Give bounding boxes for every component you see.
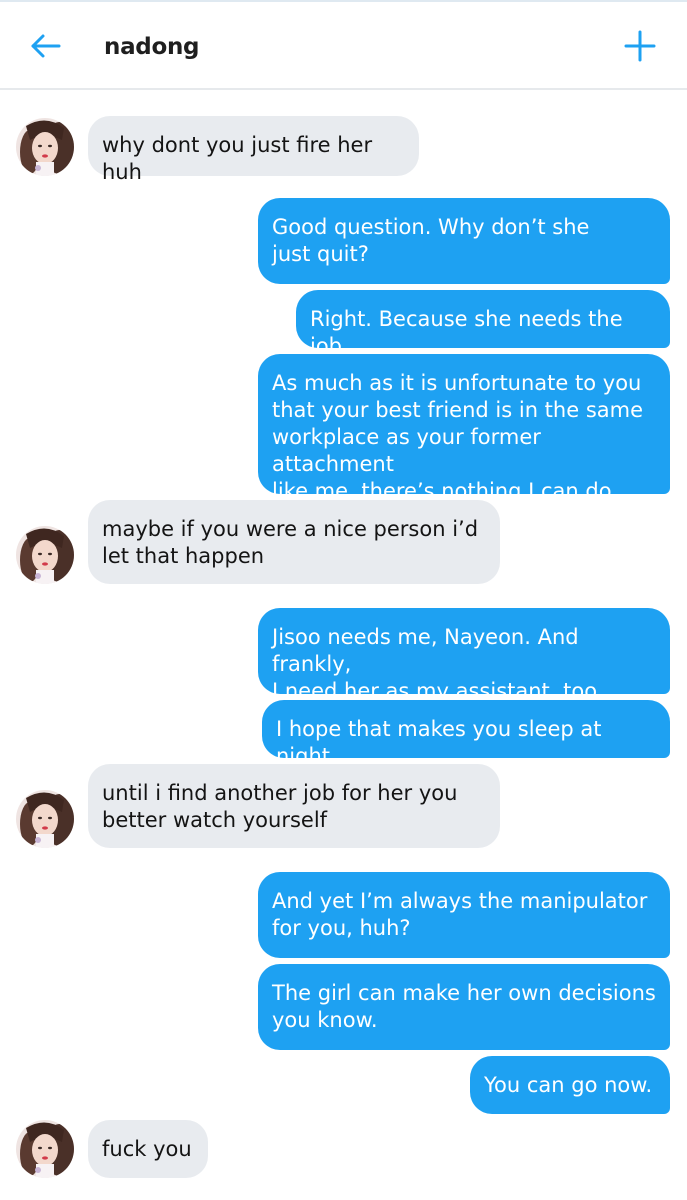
avatar[interactable] bbox=[16, 526, 74, 584]
add-button[interactable] bbox=[622, 28, 658, 64]
message-bubble-incoming[interactable]: maybe if you were a nice person i’d let … bbox=[88, 500, 500, 584]
message-bubble-outgoing[interactable]: Right. Because she needs the job. bbox=[296, 290, 670, 358]
avatar[interactable] bbox=[16, 790, 74, 848]
message-bubble-outgoing[interactable]: As much as it is unfortunate to you that… bbox=[258, 354, 670, 503]
message-bubble-incoming[interactable]: until i find another job for her you bet… bbox=[88, 764, 500, 848]
message-bubble-outgoing[interactable]: Jisoo needs me, Nayeon. And frankly, I n… bbox=[258, 608, 670, 703]
message-bubble-outgoing[interactable]: And yet I’m always the manipulator for y… bbox=[258, 872, 670, 958]
profile-photo-icon bbox=[16, 790, 74, 848]
message-bubble-outgoing[interactable]: I hope that makes you sleep at night. bbox=[262, 700, 670, 768]
conversation-title[interactable]: nadong bbox=[104, 32, 200, 62]
message-bubble-incoming[interactable]: why dont you just fire her huh bbox=[88, 116, 419, 184]
back-button[interactable] bbox=[28, 30, 64, 62]
message-bubble-outgoing[interactable]: You can go now. bbox=[470, 1056, 670, 1114]
message-bubble-outgoing[interactable]: The girl can make her own decisions you … bbox=[258, 964, 670, 1050]
arrow-left-icon bbox=[31, 34, 61, 58]
profile-photo-icon bbox=[16, 526, 74, 584]
message-list[interactable]: why dont you just fire her huh Good ques… bbox=[0, 92, 687, 1200]
message-bubble-incoming[interactable]: fuck you bbox=[88, 1120, 208, 1178]
avatar[interactable] bbox=[16, 1120, 74, 1178]
profile-photo-icon bbox=[16, 1120, 74, 1178]
profile-photo-icon bbox=[16, 118, 74, 176]
conversation-header: nadong bbox=[0, 2, 687, 90]
plus-icon bbox=[624, 30, 656, 62]
avatar[interactable] bbox=[16, 118, 74, 176]
message-bubble-outgoing[interactable]: Good question. Why don’t she just quit? bbox=[258, 198, 670, 284]
